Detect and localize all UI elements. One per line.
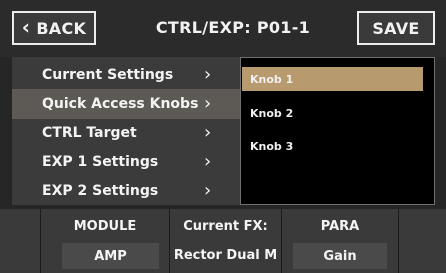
module-value: AMP: [94, 248, 127, 264]
chevron-right-icon: ›: [204, 64, 212, 85]
para-value: Gain: [323, 248, 357, 264]
knob-label: Knob 3: [250, 139, 294, 153]
menu-item-current-settings[interactable]: Current Settings ›: [12, 60, 240, 90]
chevron-right-icon: ›: [204, 151, 212, 172]
current-fx-value: Rector Dual M: [173, 248, 278, 263]
page-title: CTRL/EXP: P01-1: [155, 18, 311, 37]
menu-item-exp1-settings[interactable]: EXP 1 Settings ›: [12, 147, 240, 177]
current-fx-label: Current FX:: [183, 219, 268, 234]
save-label: SAVE: [372, 18, 420, 38]
menu-item-ctrl-target[interactable]: CTRL Target ›: [12, 118, 240, 148]
chevron-right-icon: ›: [204, 180, 212, 201]
knob-item-1[interactable]: Knob 1: [242, 67, 423, 91]
menu-item-quick-access-knobs[interactable]: Quick Access Knobs ›: [12, 89, 240, 119]
parameter-bar: MODULE AMP Current FX: Rector Dual M PAR…: [0, 209, 446, 273]
settings-menu: Current Settings › Quick Access Knobs › …: [12, 57, 240, 205]
chevron-left-icon: ‹: [21, 15, 31, 39]
screen: ‹ BACK CTRL/EXP: P01-1 SAVE Current Sett…: [0, 0, 446, 273]
knob-item-3[interactable]: Knob 3: [242, 134, 423, 158]
header-bar: ‹ BACK CTRL/EXP: P01-1 SAVE: [0, 0, 446, 57]
menu-item-label: Quick Access Knobs: [42, 96, 199, 112]
chevron-right-icon: ›: [204, 122, 212, 143]
save-button[interactable]: SAVE: [357, 11, 435, 45]
back-button[interactable]: ‹ BACK: [12, 11, 96, 45]
menu-item-label: EXP 2 Settings: [42, 183, 159, 199]
divider: [398, 209, 399, 273]
knob-item-2[interactable]: Knob 2: [242, 101, 423, 125]
menu-item-exp2-settings[interactable]: EXP 2 Settings ›: [12, 176, 240, 206]
knob-label: Knob 1: [250, 72, 294, 86]
knob-label: Knob 2: [250, 106, 294, 120]
menu-item-label: Current Settings: [42, 67, 174, 83]
para-label: PARA: [320, 219, 360, 234]
module-label: MODULE: [73, 219, 137, 234]
chevron-right-icon: ›: [204, 93, 212, 114]
para-value-button[interactable]: Gain: [293, 243, 387, 269]
module-value-button[interactable]: AMP: [62, 243, 159, 269]
menu-item-label: CTRL Target: [42, 125, 137, 141]
menu-item-label: EXP 1 Settings: [42, 154, 159, 170]
settings-panel: Current Settings › Quick Access Knobs › …: [12, 57, 435, 205]
back-label: BACK: [36, 18, 87, 38]
knob-list: Knob 1 Knob 2 Knob 3: [240, 57, 435, 205]
